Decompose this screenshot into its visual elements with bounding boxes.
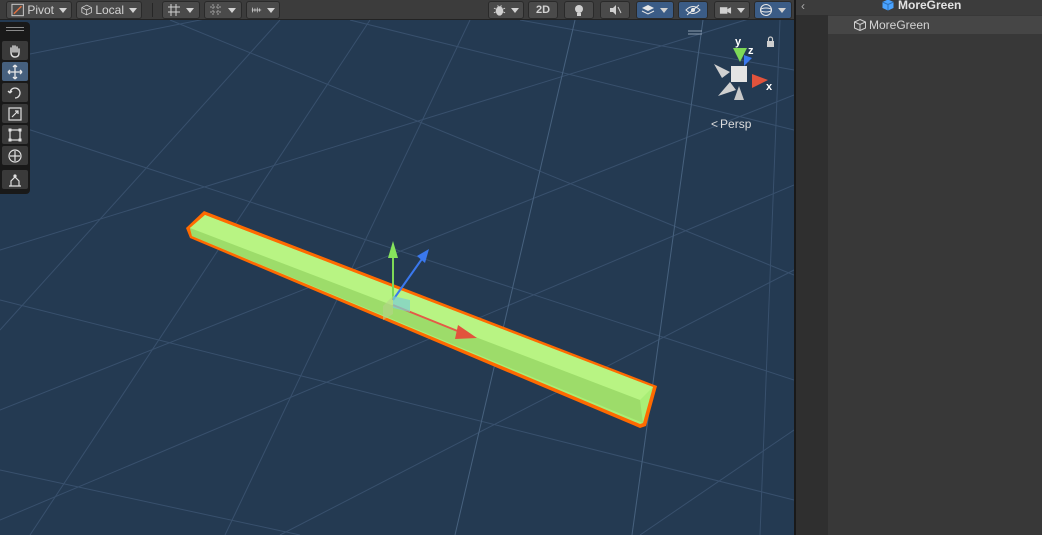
increment-snap-toggle[interactable] [204, 1, 242, 19]
2d-label: 2D [535, 4, 551, 16]
gizmo-label-z: z [748, 45, 754, 57]
audio-toggle[interactable] [600, 1, 630, 19]
custom-tool-icon [9, 173, 21, 187]
lighting-toggle[interactable] [564, 1, 594, 19]
scene-canvas[interactable]: y z x [0, 0, 794, 535]
rect-transform-icon [8, 128, 22, 141]
rotate-icon [7, 86, 21, 99]
hierarchy-gutter [796, 0, 828, 535]
palette-grip-line[interactable] [6, 30, 24, 31]
prefab-title: MoreGreen [882, 0, 961, 12]
transform-icon [8, 148, 22, 163]
audio-mute-icon [610, 5, 622, 15]
bar-side-face [190, 228, 643, 423]
bug-icon [493, 5, 506, 16]
scene-toolbar: Pivot Local 2D [0, 0, 794, 20]
hand-icon [10, 44, 20, 58]
grid-snap-icon [168, 4, 180, 16]
persp-label-text: Persp [720, 117, 752, 131]
back-arrow-icon[interactable]: ‹ [801, 0, 805, 13]
hierarchy-item[interactable]: MoreGreen [828, 16, 1042, 34]
gizmo-label-x: x [766, 81, 773, 93]
gizmo-sphere-icon [760, 4, 772, 16]
prefab-title-text: MoreGreen [898, 0, 962, 12]
pivot-icon [11, 3, 24, 17]
palette-grip-line[interactable] [6, 27, 24, 28]
camera-icon [719, 7, 732, 14]
local-dropdown[interactable]: Local [76, 1, 142, 19]
chevron-down-icon [660, 7, 668, 13]
scale-tool-button[interactable] [2, 104, 28, 123]
gizmo-label-y: y [735, 36, 742, 48]
pivot-dropdown[interactable]: Pivot [6, 1, 72, 19]
perspective-icon: < [711, 117, 719, 131]
hierarchy-item-label: MoreGreen [869, 18, 930, 32]
layers-icon [641, 5, 655, 15]
gizmos-dropdown[interactable] [754, 1, 792, 19]
selected-object-bar[interactable] [186, 211, 657, 428]
eye-hidden-icon [685, 4, 701, 16]
local-label: Local [95, 3, 124, 17]
light-bulb-icon [575, 5, 583, 16]
chevron-down-icon [267, 7, 275, 13]
rotate-tool-button[interactable] [2, 83, 28, 102]
scene-view[interactable]: y z x < Persp Pivot Local 2D [0, 0, 794, 535]
scene-grid [0, 0, 794, 535]
orientation-gizmo[interactable]: y z x [714, 36, 773, 100]
custom-tool-button[interactable] [2, 170, 28, 189]
debug-dropdown[interactable] [488, 1, 524, 19]
gizmo-cone-left-icon[interactable] [714, 64, 730, 78]
hierarchy-prefab-header: ‹ MoreGreen [796, 0, 1042, 15]
move-icon [7, 64, 23, 79]
move-tool-button[interactable] [2, 62, 28, 81]
tool-palette [0, 22, 30, 194]
gameobject-cube-icon [854, 19, 866, 31]
cube-icon [81, 4, 92, 16]
transform-tool-button[interactable] [2, 146, 28, 165]
gizmo-center-cube[interactable] [731, 66, 747, 82]
camera-dropdown[interactable] [714, 1, 750, 19]
chevron-down-icon [59, 7, 67, 13]
effects-dropdown[interactable] [636, 1, 674, 19]
gizmo-cone-down-icon[interactable] [734, 86, 744, 100]
hierarchy-panel: ‹ MoreGreen MoreGreen [796, 0, 1042, 535]
projection-toggle[interactable]: < Persp [711, 117, 751, 131]
2d-toggle-button[interactable]: 2D [528, 1, 558, 19]
scene-overlay-menu-icon[interactable] [688, 30, 702, 35]
pivot-label: Pivot [27, 3, 54, 17]
chevron-down-icon [511, 7, 519, 13]
chevron-down-icon [778, 7, 786, 13]
gizmo-z-arrow-icon[interactable] [417, 249, 429, 263]
hand-tool-button[interactable] [2, 41, 28, 60]
prefab-cube-icon [882, 0, 894, 11]
ruler-dropdown[interactable] [246, 1, 280, 19]
toolbar-separator [152, 3, 153, 17]
increment-snap-icon [210, 4, 222, 16]
ruler-icon [251, 7, 262, 13]
chevron-down-icon [228, 7, 236, 13]
scene-visibility-toggle[interactable] [678, 1, 708, 19]
scale-icon [8, 106, 22, 121]
chevron-down-icon [129, 7, 137, 13]
chevron-down-icon [737, 7, 745, 13]
gizmo-lock-icon[interactable] [767, 36, 774, 47]
chevron-down-icon [186, 7, 194, 13]
grid-snapping-toggle[interactable] [162, 1, 200, 19]
rect-tool-button[interactable] [2, 125, 28, 144]
gizmo-cone-back-icon[interactable] [718, 82, 736, 96]
